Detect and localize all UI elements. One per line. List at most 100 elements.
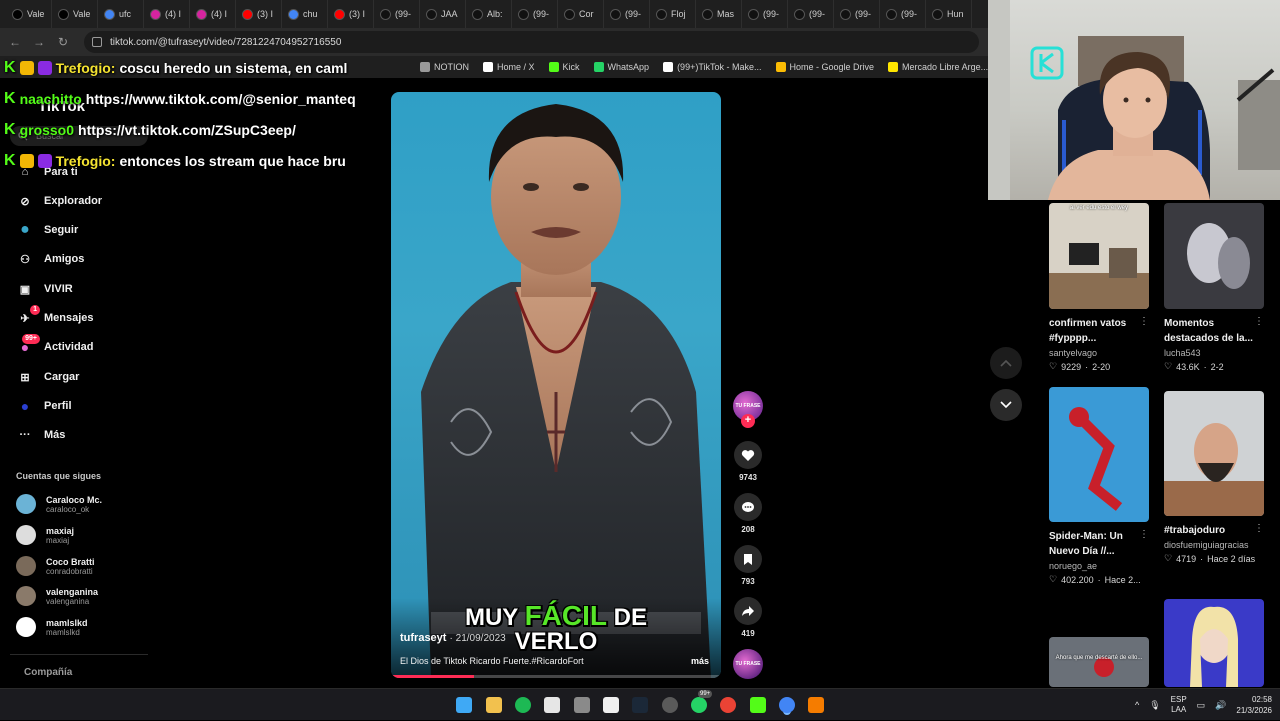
company-link[interactable]: Compañía (24, 667, 72, 678)
video-more-link[interactable]: más (691, 656, 709, 666)
browser-tab[interactable]: ufc (98, 0, 144, 28)
followed-account[interactable]: Caraloco Mc. caraloco_ok (16, 494, 102, 514)
browser-tab[interactable]: (99- (788, 0, 834, 28)
language-indicator[interactable]: ESP LAA (1171, 695, 1187, 715)
video-author[interactable]: santyelvago (1049, 348, 1149, 358)
recommended-video-card[interactable]: #trabajoduro ⋮ diosfuemiguiagracias ♡ 4719 · H… (1164, 391, 1264, 564)
sidebar-item-vivir[interactable]: ▣ VIVIR (16, 280, 73, 298)
video-title[interactable]: confirmen vatos #fypppp... (1049, 316, 1139, 346)
browser-tab[interactable]: (99- (742, 0, 788, 28)
browser-tab[interactable]: (4) I (190, 0, 236, 28)
browser-tab[interactable]: Alb: (466, 0, 512, 28)
video-author-name[interactable]: tufraseyt (400, 632, 446, 644)
recommended-video-card[interactable] (1164, 599, 1264, 687)
video-title[interactable]: Spider-Man: Un Nuevo Día //... (1049, 529, 1139, 559)
steam-icon[interactable] (632, 697, 648, 713)
bookmark-item[interactable]: Home / X (483, 62, 535, 72)
browser-tab[interactable]: (99- (880, 0, 926, 28)
video-thumbnail[interactable]: Ahora que me descarté de ello... (1049, 637, 1149, 687)
browser-tab[interactable]: (99- (374, 0, 420, 28)
browser-tab[interactable]: Mas (696, 0, 742, 28)
start-windows-icon[interactable] (456, 697, 472, 713)
store-icon[interactable] (544, 697, 560, 713)
video-progress-bar[interactable] (391, 675, 721, 678)
video-title[interactable]: #trabajoduro (1164, 523, 1254, 538)
more-options-icon[interactable]: ⋮ (1254, 316, 1264, 327)
browser-tab[interactable]: (4) I (144, 0, 190, 28)
video-thumbnail[interactable] (1164, 391, 1264, 516)
network-icon[interactable]: ▭ (1197, 700, 1206, 711)
next-video-button[interactable] (990, 389, 1022, 421)
bookmark-item[interactable]: (99+)TikTok - Make... (663, 62, 762, 72)
followed-account[interactable]: valenganina valenganina (16, 586, 98, 606)
bookmark-item[interactable]: Mercado Libre Arge... (888, 62, 988, 72)
browser-tab[interactable]: Hun (926, 0, 972, 28)
video-thumbnail[interactable] (1164, 599, 1264, 687)
sidebar-item-explorador[interactable]: ⊘ Explorador (16, 192, 102, 210)
more-options-icon[interactable]: ⋮ (1254, 523, 1264, 534)
video-thumbnail[interactable]: al ver edu esto el wey (1049, 203, 1149, 309)
kick-icon[interactable] (750, 697, 766, 713)
bookmark-item[interactable]: Kick (548, 62, 580, 72)
recommended-video-card[interactable]: Spider-Man: Un Nuevo Día //... ⋮ noruego_a… (1049, 387, 1149, 585)
more-options-icon[interactable]: ⋮ (1139, 529, 1149, 540)
followed-account[interactable]: Coco Bratti conradobratti (16, 556, 95, 576)
whatsapp-icon[interactable]: 99+ (691, 690, 713, 713)
chrome-active-icon[interactable] (779, 697, 795, 713)
save-button[interactable]: 793 (733, 545, 763, 586)
browser-tab[interactable]: Cor (558, 0, 604, 28)
file-explorer-icon[interactable] (486, 697, 502, 713)
browser-tab[interactable]: Vale (52, 0, 98, 28)
app-icon[interactable] (574, 697, 590, 713)
forward-icon[interactable]: → (32, 35, 46, 49)
bookmark-item[interactable]: NOTION (420, 62, 469, 72)
recommended-video-card[interactable]: al ver edu esto el wey confirmen vatos #f… (1049, 203, 1149, 372)
video-player[interactable]: MUY FÁCIL DE VERLO tufraseyt · 21/09/202… (391, 92, 721, 678)
settings-icon[interactable] (662, 697, 678, 713)
url-field[interactable]: tiktok.com/@tufraseyt/video/728122470495… (84, 31, 979, 53)
obs-icon[interactable] (603, 697, 619, 713)
sidebar-item-seguir[interactable]: ● Seguir (16, 221, 78, 239)
video-thumbnail[interactable] (1164, 203, 1264, 309)
browser-tab[interactable]: (99- (604, 0, 650, 28)
bookmark-item[interactable]: WhatsApp (593, 62, 649, 72)
microphone-icon[interactable]: 🎙 (1149, 700, 1160, 711)
more-options-icon[interactable]: ⋮ (1139, 316, 1149, 327)
browser-tab[interactable]: (99- (834, 0, 880, 28)
browser-tab[interactable]: Vale (6, 0, 52, 28)
bookmark-item[interactable]: Home - Google Drive (775, 62, 874, 72)
clock[interactable]: 02:58 21/3/2026 (1236, 694, 1272, 716)
browser-tab[interactable]: (99- (512, 0, 558, 28)
back-icon[interactable]: ← (8, 35, 22, 49)
browser-tab[interactable]: (3) I (236, 0, 282, 28)
like-button[interactable]: 9743 (733, 441, 763, 482)
site-info-icon[interactable] (92, 37, 102, 47)
chrome-icon[interactable] (720, 697, 736, 713)
video-title[interactable]: Momentos destacados de la... (1164, 316, 1254, 346)
sidebar-item-perfil[interactable]: ● Perfil (16, 397, 72, 415)
recommended-video-card[interactable]: Ahora que me descarté de ello... (1049, 637, 1149, 687)
recommended-video-card[interactable]: Momentos destacados de la... ⋮ lucha543 ♡ 43… (1164, 203, 1264, 372)
video-author[interactable]: lucha543 (1164, 348, 1264, 358)
followed-account[interactable]: maxiaj maxiaj (16, 525, 74, 545)
app-orange-icon[interactable] (808, 697, 824, 713)
comment-button[interactable]: 208 (733, 493, 763, 534)
browser-tab[interactable]: (3) I (328, 0, 374, 28)
sidebar-item-actividad[interactable]: ● 99+ Actividad (16, 334, 94, 356)
sidebar-item-amigos[interactable]: ⚇ Amigos (16, 250, 84, 268)
video-author[interactable]: noruego_ae (1049, 561, 1149, 571)
volume-icon[interactable]: 🔊 (1215, 700, 1226, 711)
follow-plus-button[interactable]: + (741, 414, 755, 428)
followed-account[interactable]: mamlslkd mamlslkd (16, 617, 88, 637)
sidebar-item-mensajes[interactable]: ✈ 1 Mensajes (16, 305, 94, 327)
tray-chevron-icon[interactable]: ^ (1135, 700, 1139, 710)
video-author[interactable]: diosfuemiguiagracias (1164, 540, 1264, 550)
spotify-icon[interactable] (515, 697, 531, 713)
browser-tab[interactable]: chu (282, 0, 328, 28)
video-thumbnail[interactable] (1049, 387, 1149, 522)
browser-tab[interactable]: Floj (650, 0, 696, 28)
sidebar-item-más[interactable]: ··· Más (16, 426, 66, 444)
sidebar-item-cargar[interactable]: ⊞ Cargar (16, 368, 79, 386)
reload-icon[interactable]: ↻ (56, 35, 70, 49)
music-disc-avatar[interactable]: TU FRASE (733, 649, 763, 679)
